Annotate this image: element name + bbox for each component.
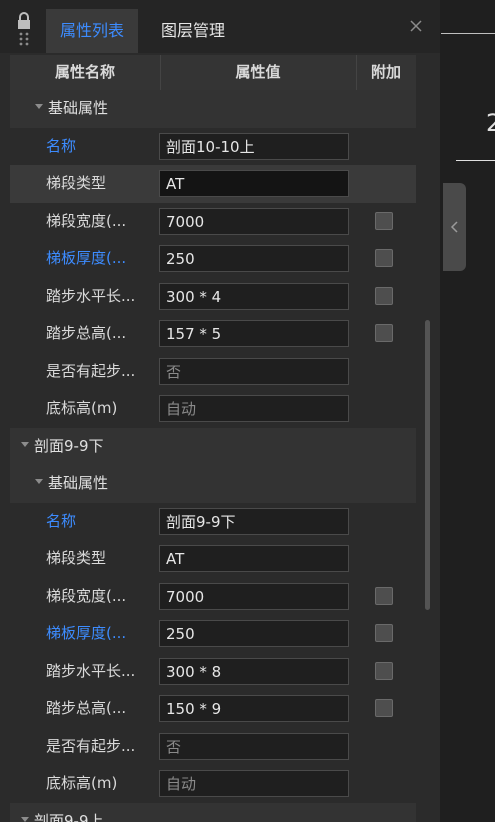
group-label: 剖面9-9下 bbox=[34, 436, 104, 455]
group-label: 基础属性 bbox=[48, 474, 109, 492]
property-name: 名称 bbox=[46, 511, 77, 530]
property-row[interactable]: 踏步水平长... 300 * 8 bbox=[10, 653, 416, 691]
property-row[interactable]: 底标高(m) 自动 bbox=[10, 390, 416, 428]
tab-property-list[interactable]: 属性列表 bbox=[46, 9, 139, 53]
property-row[interactable]: 梯段宽度(... 7000 bbox=[10, 203, 416, 241]
group-row[interactable]: 剖面9-9下 bbox=[10, 427, 416, 465]
property-name: 名称 bbox=[46, 136, 77, 155]
property-value-field[interactable]: 250 bbox=[159, 620, 349, 647]
property-row[interactable]: 踏步总高(... 157 * 5 bbox=[10, 315, 416, 353]
property-value-field[interactable]: 自动 bbox=[159, 395, 349, 422]
property-value-field[interactable]: AT bbox=[159, 545, 349, 572]
property-row[interactable]: 梯段类型 AT bbox=[10, 540, 416, 578]
property-row[interactable]: 是否有起步... 否 bbox=[10, 728, 416, 766]
property-value-field[interactable]: 7000 bbox=[159, 207, 349, 235]
expand-triangle-icon[interactable] bbox=[35, 104, 43, 109]
scrollbar[interactable] bbox=[425, 320, 430, 610]
extra-checkbox[interactable] bbox=[375, 699, 393, 717]
column-divider bbox=[160, 55, 161, 90]
property-name: 踏步水平长... bbox=[46, 661, 136, 680]
property-row[interactable]: 梯板厚度(... 250 bbox=[10, 240, 416, 278]
extra-checkbox[interactable] bbox=[375, 324, 393, 342]
property-value-field[interactable]: 7000 bbox=[159, 582, 349, 610]
column-name-header: 属性名称 bbox=[54, 63, 115, 81]
property-name: 是否有起步... bbox=[46, 736, 136, 755]
property-value-field[interactable]: 300 * 4 bbox=[159, 282, 349, 310]
tab-layer-management[interactable]: 图层管理 bbox=[147, 9, 239, 53]
group-row[interactable]: 基础属性 bbox=[10, 90, 416, 128]
property-value-field[interactable]: AT bbox=[159, 170, 349, 197]
property-row[interactable]: 名称 剖面10-10上 bbox=[10, 128, 416, 166]
property-panel: 属性列表 图层管理 属性名称 属性值 附加 基础属性 名称 剖面10-10上 梯段类型… bbox=[0, 0, 440, 822]
canvas-top-line bbox=[441, 33, 495, 34]
expand-triangle-icon[interactable] bbox=[35, 479, 43, 484]
property-name: 梯板厚度(... bbox=[46, 624, 127, 642]
column-value-header: 属性值 bbox=[235, 63, 281, 81]
extra-checkbox[interactable] bbox=[375, 211, 393, 230]
expand-triangle-icon[interactable] bbox=[21, 441, 29, 447]
property-name: 踏步总高(... bbox=[46, 699, 127, 717]
property-value-field[interactable]: 250 bbox=[159, 245, 349, 272]
property-value-field[interactable]: 剖面10-10上 bbox=[159, 132, 349, 160]
property-name: 梯板厚度(... bbox=[46, 249, 127, 267]
group-row[interactable]: 剖面9-9上 bbox=[10, 802, 416, 822]
panel-header: 属性列表 图层管理 bbox=[0, 0, 440, 53]
property-name: 梯段类型 bbox=[46, 174, 107, 192]
lock-icon[interactable] bbox=[14, 12, 34, 48]
close-icon[interactable] bbox=[408, 18, 424, 34]
extra-checkbox[interactable] bbox=[375, 624, 393, 642]
property-value-field[interactable]: 自动 bbox=[159, 770, 349, 797]
property-name: 是否有起步... bbox=[46, 361, 136, 380]
property-value-field[interactable]: 300 * 8 bbox=[159, 657, 349, 685]
property-name: 底标高(m) bbox=[46, 399, 118, 417]
property-name: 底标高(m) bbox=[46, 774, 118, 792]
property-row[interactable]: 名称 剖面9-9下 bbox=[10, 503, 416, 541]
column-extra-header: 附加 bbox=[370, 63, 401, 81]
property-row[interactable]: 底标高(m) 自动 bbox=[10, 765, 416, 803]
chevron-left-icon bbox=[450, 221, 458, 233]
extra-checkbox[interactable] bbox=[375, 249, 393, 267]
group-label: 基础属性 bbox=[48, 99, 109, 117]
property-name: 梯段类型 bbox=[46, 549, 107, 567]
property-value-field[interactable]: 否 bbox=[159, 732, 349, 760]
panel-collapse-handle[interactable] bbox=[443, 183, 466, 271]
property-row[interactable]: 踏步总高(... 150 * 9 bbox=[10, 690, 416, 728]
property-value-field[interactable]: 150 * 9 bbox=[159, 695, 349, 722]
extra-checkbox[interactable] bbox=[375, 586, 393, 605]
property-value-field[interactable]: 否 bbox=[159, 357, 349, 385]
property-name: 梯段宽度(... bbox=[46, 211, 127, 230]
canvas-text: 2 bbox=[486, 109, 495, 137]
property-row[interactable]: 踏步水平长... 300 * 4 bbox=[10, 278, 416, 316]
extra-checkbox[interactable] bbox=[375, 286, 393, 305]
property-row[interactable]: 梯段宽度(... 7000 bbox=[10, 578, 416, 616]
property-rows: 基础属性 名称 剖面10-10上 梯段类型 AT 梯段宽度(... 7000 梯板厚度(...… bbox=[10, 90, 416, 822]
property-row[interactable]: 梯板厚度(... 250 bbox=[10, 615, 416, 653]
column-divider bbox=[356, 55, 357, 90]
group-label: 剖面9-9上 bbox=[34, 811, 104, 822]
property-row[interactable]: 梯段类型 AT bbox=[10, 165, 416, 203]
property-name: 梯段宽度(... bbox=[46, 586, 127, 605]
expand-triangle-icon[interactable] bbox=[21, 816, 29, 822]
column-header: 属性名称 属性值 附加 bbox=[10, 55, 416, 90]
extra-checkbox[interactable] bbox=[375, 661, 393, 680]
property-name: 踏步总高(... bbox=[46, 324, 127, 342]
property-row[interactable]: 是否有起步... 否 bbox=[10, 353, 416, 391]
property-value-field[interactable]: 剖面9-9下 bbox=[159, 507, 349, 535]
property-value-field[interactable]: 157 * 5 bbox=[159, 320, 349, 347]
canvas-line bbox=[456, 160, 495, 161]
group-row[interactable]: 基础属性 bbox=[10, 465, 416, 503]
property-name: 踏步水平长... bbox=[46, 286, 136, 305]
